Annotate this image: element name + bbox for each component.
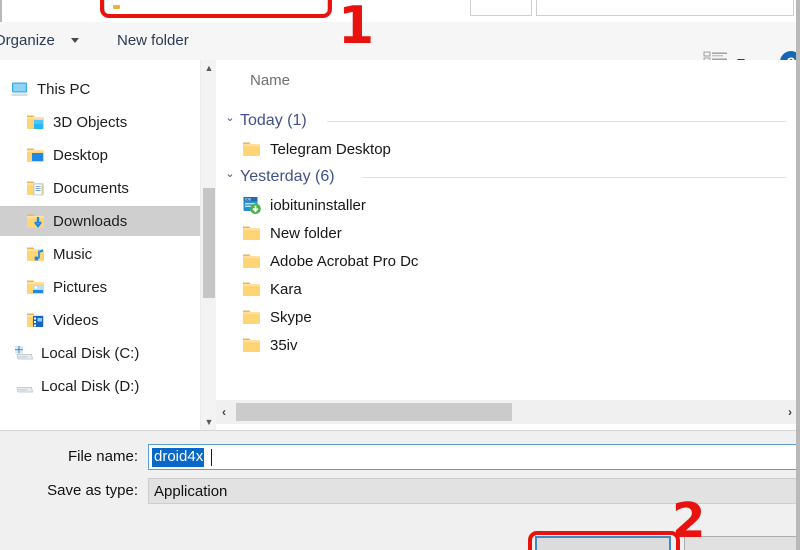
command-bar: Organize New folder ? <box>0 22 800 73</box>
organize-chevron-down-icon[interactable] <box>71 38 79 43</box>
file-group-header[interactable]: ⌄ Yesterday (6) <box>222 164 335 190</box>
sidebar-item-label: Local Disk (C:) <box>41 344 140 362</box>
folder-pictures-icon <box>26 277 46 297</box>
sidebar-item-label: This PC <box>37 80 91 98</box>
file-group-separator <box>361 177 786 178</box>
window-frame-left <box>0 0 2 22</box>
sidebar-item-label: Local Disk (D:) <box>41 377 140 395</box>
save-as-dialog: Organize New folder ? This PC 3D Objects D… <box>0 0 800 550</box>
sidebar-item-label: Downloads <box>53 212 128 230</box>
sidebar-item-label: Videos <box>53 311 99 329</box>
sidebar-item-pictures[interactable]: Pictures <box>0 272 200 302</box>
file-list-pane[interactable]: Name ⌄ Today (1) Telegram Desktop ⌄ Yesterda… <box>216 60 800 430</box>
sidebar-item-this-pc[interactable]: This PC <box>0 74 200 104</box>
file-group-label: Today (1) <box>240 112 307 129</box>
file-list-item-name: Skype <box>270 308 312 326</box>
folder-videos-icon <box>26 310 46 330</box>
file-list-item[interactable]: Kara <box>242 276 302 302</box>
file-list-item-name: 35iv <box>270 336 298 354</box>
folder-downloads-icon <box>26 211 46 231</box>
hscroll-left-chevron-left-icon[interactable]: ‹ <box>216 400 232 424</box>
sidebar-item-3d-objects[interactable]: 3D Objects <box>0 107 200 137</box>
file-list-item[interactable]: Telegram Desktop <box>242 136 391 162</box>
folder-icon <box>242 139 262 159</box>
this-pc-icon <box>10 79 30 99</box>
file-group-header[interactable]: ⌄ Today (1) <box>222 108 307 134</box>
file-group-label: Yesterday (6) <box>240 168 335 185</box>
filename-label: File name: <box>67 448 138 465</box>
folder-music-icon <box>26 244 46 264</box>
sidebar-item-videos[interactable]: Videos <box>0 305 200 335</box>
window-frame-right <box>796 0 800 550</box>
file-list-item[interactable]: IOB iobituninstaller <box>242 192 366 218</box>
address-bar-input[interactable] <box>104 0 328 16</box>
annotation-number-2: 2 <box>672 493 706 549</box>
scroll-down-chevron-down-icon[interactable]: ▼ <box>201 414 217 430</box>
file-list-item[interactable]: Skype <box>242 304 312 330</box>
search-input[interactable] <box>536 0 794 16</box>
savetype-value: Application <box>154 483 228 500</box>
file-list-item-name: Telegram Desktop <box>270 140 391 158</box>
scroll-up-chevron-up-icon[interactable]: ▲ <box>201 60 217 76</box>
sidebar-item-label: Music <box>53 245 93 263</box>
organize-button[interactable]: Organize <box>0 32 55 49</box>
dialog-body: This PC 3D Objects Desktop Documents Downloa… <box>0 60 800 430</box>
sidebar-item-label: Desktop <box>53 146 109 164</box>
folder-icon <box>242 223 262 243</box>
savetype-label: Save as type: <box>47 482 138 499</box>
text-cursor <box>211 449 212 466</box>
navigation-scrollbar-thumb[interactable] <box>203 188 215 298</box>
folder-desktop-icon <box>26 145 46 165</box>
folder-icon <box>242 279 262 299</box>
save-button[interactable] <box>535 536 671 550</box>
address-folder-icon <box>113 5 120 9</box>
file-list-hscrollbar-thumb[interactable] <box>236 403 512 421</box>
file-group-separator <box>327 121 786 122</box>
file-list-item-name: Kara <box>270 280 302 298</box>
sidebar-item-downloads[interactable]: Downloads <box>0 206 200 236</box>
previous-locations-button[interactable] <box>470 0 532 16</box>
filename-input[interactable]: droid4x <box>148 444 800 470</box>
file-list-item[interactable]: Adobe Acrobat Pro Dc <box>242 248 418 274</box>
new-folder-button[interactable]: New folder <box>117 32 189 49</box>
sidebar-item-local-disk-c[interactable]: Local Disk (C:) <box>0 338 200 368</box>
file-list-item-name: Adobe Acrobat Pro Dc <box>270 252 419 270</box>
file-list-hscrollbar[interactable]: ‹ › <box>216 400 800 424</box>
sidebar-item-label: 3D Objects <box>53 113 128 131</box>
sidebar-item-label: Documents <box>53 179 129 197</box>
folder-icon <box>242 251 262 271</box>
file-list-item-name: New folder <box>270 224 342 242</box>
app-installer-icon: IOB <box>242 195 262 215</box>
folder-icon <box>242 307 262 327</box>
chevron-down-icon[interactable]: ⌄ <box>222 111 238 124</box>
file-list-item-name: iobituninstaller <box>270 196 366 214</box>
sidebar-item-label: Pictures <box>53 278 108 296</box>
svg-text:IOB: IOB <box>245 198 252 202</box>
folder-icon <box>242 335 262 355</box>
drive-windows-icon <box>14 343 34 363</box>
chevron-down-icon[interactable]: ⌄ <box>222 167 238 180</box>
folder-3d-icon <box>26 112 46 132</box>
folder-documents-icon <box>26 178 46 198</box>
column-header-name[interactable]: Name <box>250 72 290 89</box>
drive-icon <box>14 376 34 396</box>
file-list-item[interactable]: New folder <box>242 220 342 246</box>
filename-value: droid4x <box>152 448 205 467</box>
sidebar-item-local-disk-d[interactable]: Local Disk (D:) <box>0 371 200 401</box>
sidebar-item-music[interactable]: Music <box>0 239 200 269</box>
sidebar-item-desktop[interactable]: Desktop <box>0 140 200 170</box>
file-list-item[interactable]: 35iv <box>242 332 298 358</box>
address-bar-row <box>0 0 800 23</box>
navigation-scrollbar[interactable]: ▲ ▼ <box>200 60 216 430</box>
sidebar-item-documents[interactable]: Documents <box>0 173 200 203</box>
navigation-pane: This PC 3D Objects Desktop Documents Downloa… <box>0 60 200 430</box>
annotation-number-1: 1 <box>338 0 375 56</box>
